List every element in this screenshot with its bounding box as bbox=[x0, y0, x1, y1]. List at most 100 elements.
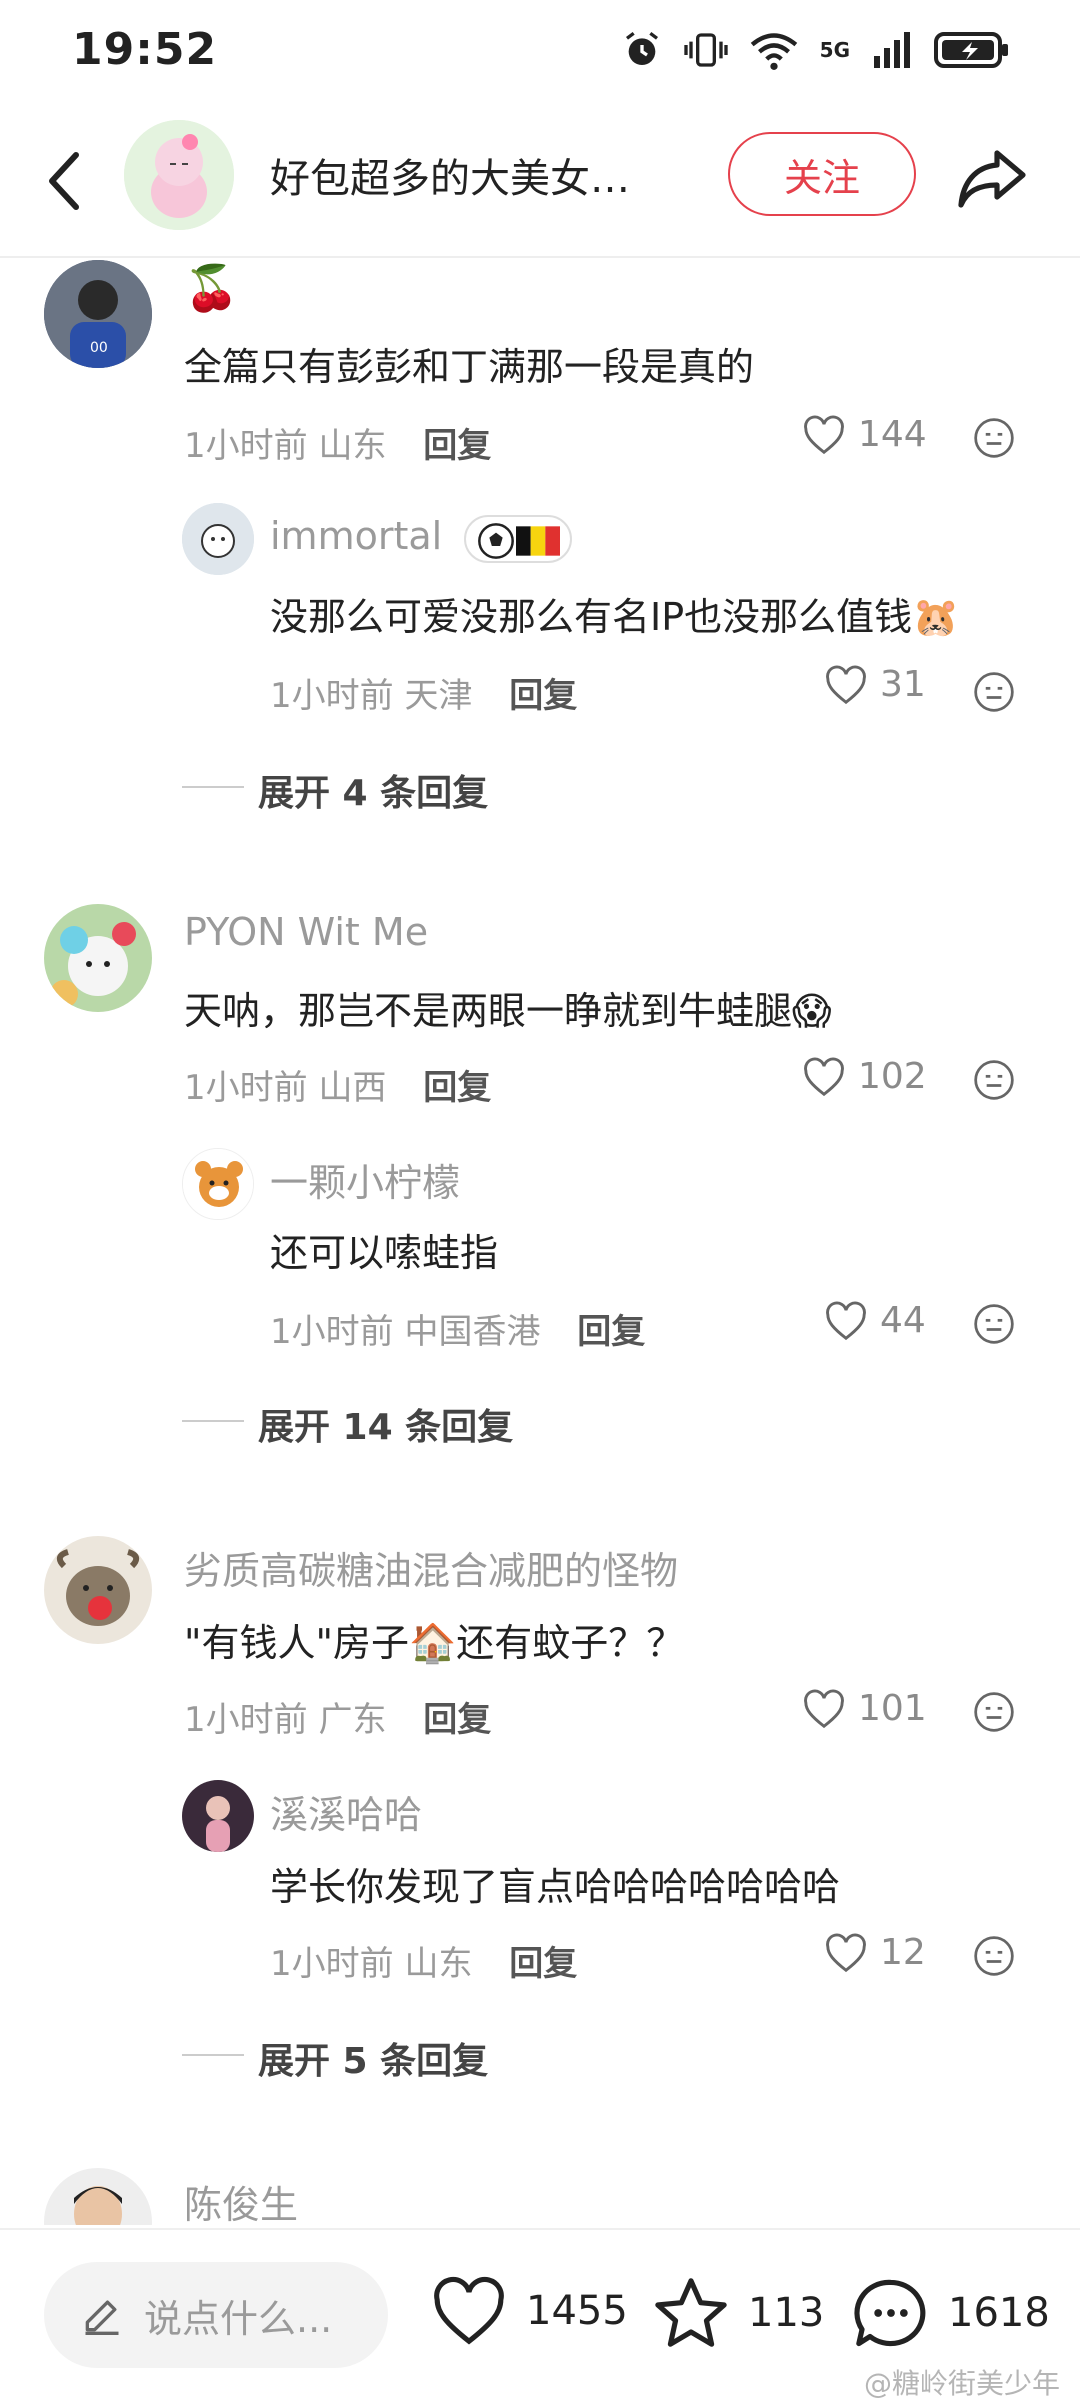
reply-username[interactable]: 溪溪哈哈 bbox=[270, 1784, 422, 1839]
favorite-count: 113 bbox=[748, 2290, 825, 2336]
comment-meta: 1小时前 山西 回复 bbox=[184, 1060, 491, 1109]
comment-location: 山东 bbox=[318, 426, 387, 466]
svg-text:00: 00 bbox=[90, 340, 108, 356]
like-button[interactable]: 44 bbox=[824, 1300, 926, 1341]
comment-list: 00 🍒 全篇只有彭彭和丁满那一段是真的 1小时前 山东 回复 144 immo… bbox=[0, 0, 1080, 2225]
emoji-reaction-icon[interactable] bbox=[972, 416, 1016, 460]
network-type: 5G bbox=[819, 38, 850, 62]
comment-text: "有钱人"房子🏠还有蚊子？？ bbox=[184, 1621, 685, 1665]
expand-replies-button[interactable]: 展开 5 条回复 bbox=[182, 2032, 488, 2084]
reply-username-text: immortal bbox=[270, 514, 443, 558]
user-badge bbox=[464, 514, 573, 563]
username[interactable]: PYON Wit Me bbox=[184, 910, 428, 954]
divider bbox=[182, 2054, 244, 2056]
share-button[interactable] bbox=[952, 138, 1032, 218]
reply-button[interactable]: 回复 bbox=[509, 676, 577, 716]
page-title: 好包超多的大美女… bbox=[270, 156, 630, 202]
avatar[interactable] bbox=[44, 904, 152, 1012]
like-post-button[interactable]: 1455 bbox=[430, 2276, 628, 2346]
battery-charging-icon bbox=[934, 32, 1008, 68]
username[interactable]: 劣质高碳糖油混合减肥的怪物 bbox=[184, 1540, 678, 1595]
divider bbox=[182, 786, 244, 788]
star-icon bbox=[655, 2278, 727, 2347]
reply-location: 山东 bbox=[404, 1944, 473, 1984]
avatar[interactable] bbox=[44, 2168, 152, 2225]
like-button[interactable]: 31 bbox=[824, 664, 926, 705]
emoji-reaction-icon[interactable] bbox=[972, 1058, 1016, 1102]
reply-button[interactable]: 回复 bbox=[423, 1068, 491, 1108]
like-count: 101 bbox=[858, 1688, 927, 1729]
watermark: @糖岭街美少年 bbox=[863, 2367, 1060, 2400]
like-count: 12 bbox=[880, 1932, 926, 1973]
reply-button[interactable]: 回复 bbox=[423, 426, 491, 466]
back-arrow-icon bbox=[49, 152, 79, 210]
comment-count: 1618 bbox=[948, 2290, 1050, 2336]
reply-button[interactable]: 回复 bbox=[423, 1700, 491, 1740]
expand-replies-button[interactable]: 展开 14 条回复 bbox=[182, 1398, 513, 1450]
alarm-icon bbox=[625, 32, 658, 65]
heart-icon bbox=[804, 415, 844, 454]
expand-label: 展开 4 条回复 bbox=[258, 773, 489, 814]
reply-avatar[interactable] bbox=[182, 1780, 254, 1852]
reply-time: 1小时前 bbox=[270, 1312, 394, 1352]
reply-meta: 1小时前 天津 回复 bbox=[270, 668, 577, 717]
reply-avatar[interactable] bbox=[182, 503, 254, 575]
reply-button[interactable]: 回复 bbox=[577, 1312, 645, 1352]
avatar[interactable]: 00 bbox=[44, 260, 152, 368]
reply-username[interactable]: 一颗小柠檬 bbox=[270, 1152, 460, 1207]
football-icon bbox=[478, 523, 515, 559]
author-avatar[interactable] bbox=[124, 120, 234, 230]
like-button[interactable]: 144 bbox=[802, 414, 927, 455]
bottom-action-bar: 说点什么... 1455 113 1618 @糖岭街美少年 bbox=[0, 2228, 1080, 2400]
expand-label: 展开 14 条回复 bbox=[258, 1407, 514, 1448]
expand-replies-button[interactable]: 展开 4 条回复 bbox=[182, 764, 488, 816]
expand-label: 展开 5 条回复 bbox=[258, 2041, 489, 2082]
like-button[interactable]: 12 bbox=[824, 1932, 926, 1973]
username[interactable]: 陈俊生 bbox=[184, 2174, 298, 2225]
status-time: 19:52 bbox=[72, 24, 218, 75]
status-bar: 19:52 5G bbox=[0, 0, 1080, 100]
post-like-count: 1455 bbox=[526, 2288, 628, 2334]
reply-avatar[interactable] bbox=[182, 1148, 254, 1220]
like-button[interactable]: 102 bbox=[802, 1056, 927, 1097]
reply-meta: 1小时前 中国香港 回复 bbox=[270, 1304, 645, 1353]
heart-icon bbox=[826, 1933, 866, 1972]
top-header: 好包超多的大美女… 关注 bbox=[0, 108, 1080, 258]
share-icon bbox=[958, 150, 1026, 208]
avatar[interactable] bbox=[44, 1536, 152, 1644]
belgium-flag-icon bbox=[516, 526, 561, 556]
comment-meta: 1小时前 山东 回复 bbox=[184, 418, 491, 467]
reply-button[interactable]: 回复 bbox=[509, 1944, 577, 1984]
reply-text: 没那么可爱没那么有名IP也没那么值钱🐹 bbox=[270, 595, 960, 639]
like-count: 144 bbox=[858, 414, 927, 455]
emoji-reaction-icon[interactable] bbox=[972, 670, 1016, 714]
reply-username: immortal bbox=[270, 514, 573, 563]
comment-text: 全篇只有彭彭和丁满那一段是真的 bbox=[184, 345, 755, 389]
comments-button[interactable]: 1618 bbox=[852, 2276, 1050, 2350]
comment-meta: 1小时前 广东 回复 bbox=[184, 1692, 491, 1741]
follow-button[interactable]: 关注 bbox=[728, 132, 916, 216]
reply-location: 天津 bbox=[404, 676, 473, 716]
reply-location: 中国香港 bbox=[404, 1312, 541, 1352]
emoji-reaction-icon[interactable] bbox=[972, 1302, 1016, 1346]
comment-bubble-icon bbox=[854, 2279, 926, 2347]
reply-time: 1小时前 bbox=[270, 676, 394, 716]
reply-time: 1小时前 bbox=[270, 1944, 394, 1984]
favorite-button[interactable]: 113 bbox=[652, 2276, 824, 2350]
status-icons: 5G bbox=[622, 26, 1010, 74]
reply-text: 还可以嗦蛙指 bbox=[270, 1231, 499, 1275]
like-count: 44 bbox=[880, 1300, 926, 1341]
comment-input[interactable]: 说点什么... bbox=[44, 2262, 388, 2368]
username-emoji: 🍒 bbox=[184, 263, 239, 314]
back-button[interactable] bbox=[34, 136, 94, 226]
reply-meta: 1小时前 山东 回复 bbox=[270, 1936, 577, 1985]
divider bbox=[182, 1420, 244, 1422]
heart-icon bbox=[434, 2276, 504, 2345]
emoji-reaction-icon[interactable] bbox=[972, 1934, 1016, 1978]
emoji-reaction-icon[interactable] bbox=[972, 1690, 1016, 1734]
signal-icon bbox=[874, 32, 910, 68]
heart-icon bbox=[804, 1689, 844, 1728]
like-count: 31 bbox=[880, 664, 926, 705]
like-button[interactable]: 101 bbox=[802, 1688, 927, 1729]
comment-time: 1小时前 bbox=[184, 426, 308, 466]
